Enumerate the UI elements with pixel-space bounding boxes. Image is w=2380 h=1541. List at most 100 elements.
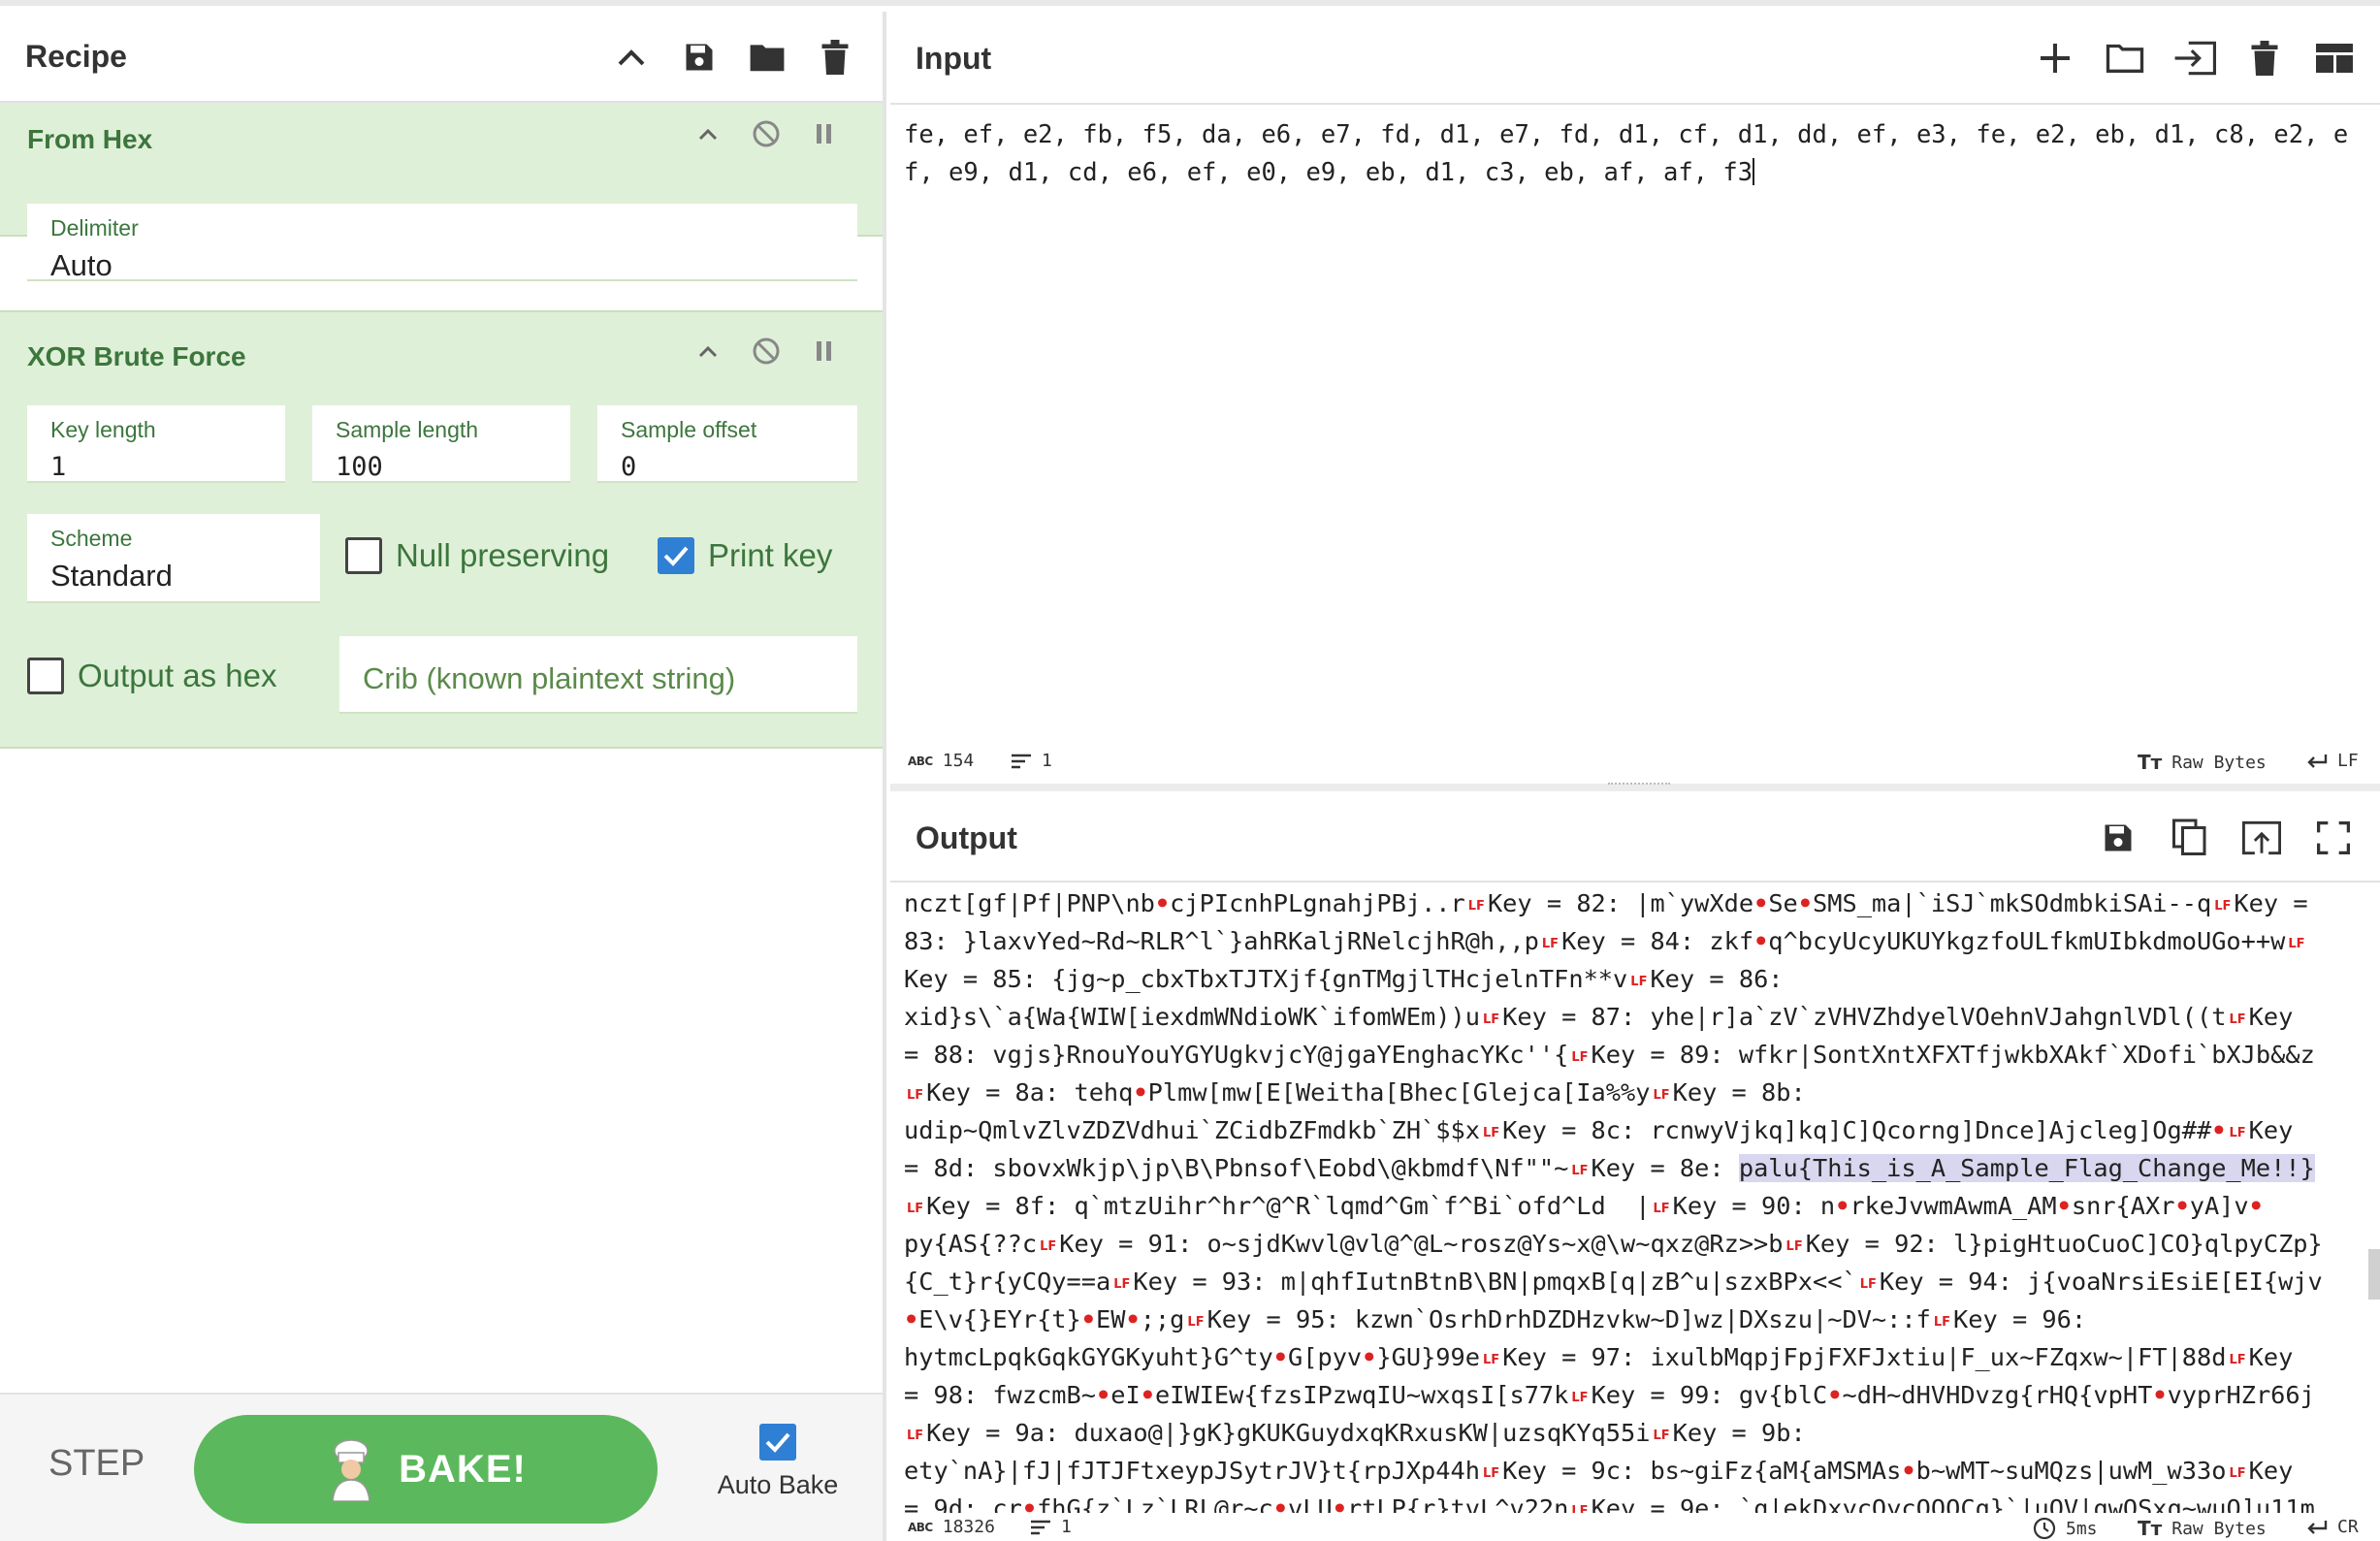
pause-icon[interactable] (809, 118, 840, 149)
chef-icon (325, 1437, 377, 1501)
output-eol[interactable]: CR (2306, 1517, 2359, 1537)
null-preserving-label: Null preserving (396, 537, 610, 573)
null-preserving-checkbox[interactable]: Null preserving (345, 537, 609, 574)
sample-length-label: Sample length (336, 417, 479, 442)
recipe-header: Recipe (0, 12, 883, 103)
line-feed-marker: LF (1859, 1277, 1877, 1292)
output-text-segment: Key = 8f: q`mtzUihr^hr^@^R`lqmd^Gm`f^Bi`… (926, 1192, 1651, 1220)
output-text-segment: ;;g (1140, 1305, 1185, 1333)
output-encoding[interactable]: Tт Raw Bytes (2138, 1517, 2267, 1540)
line-feed-marker: LF (1040, 1239, 1057, 1254)
output-text-segment: nczt[gf|Pf|PNP\nb (904, 889, 1155, 917)
line-feed-marker: LF (907, 1202, 924, 1216)
output-lines: 1 (1030, 1517, 1072, 1537)
output-text-segment: Key = 94: j{voaNrsiEsiE[EI{wjv (1879, 1268, 2323, 1296)
line-feed-marker: LF (1187, 1315, 1205, 1330)
print-key-checkbox[interactable]: Print key (658, 537, 832, 574)
output-text-segment: = 98: fwzcmB~ (904, 1381, 1096, 1409)
step-button[interactable]: STEP (48, 1443, 145, 1485)
output-text-segment: ~dH~dHVHDvzg{rHQ{vpHT (1842, 1381, 2153, 1409)
layout-icon[interactable] (2312, 36, 2357, 80)
output-text-segment: Key = 99: gv{blC (1591, 1381, 1828, 1409)
input-encoding[interactable]: Tт Raw Bytes (2138, 751, 2267, 774)
input-eol[interactable]: LF (2306, 751, 2359, 771)
output-eol-value: CR (2337, 1517, 2359, 1537)
trash-icon[interactable] (2242, 36, 2287, 80)
folder-icon[interactable] (2103, 36, 2147, 80)
chevron-up-icon[interactable] (611, 37, 652, 78)
output-as-hex-checkbox[interactable]: Output as hex (27, 658, 276, 694)
maximize-icon[interactable] (2312, 817, 2355, 859)
copy-icon[interactable] (2169, 817, 2211, 859)
pause-icon[interactable] (809, 336, 840, 367)
save-icon[interactable] (679, 37, 720, 78)
output-text-segment: cjPIcnhPLgnahjPBj..r (1170, 889, 1465, 917)
line-feed-marker: LF (1933, 1315, 1951, 1330)
line-feed-marker: LF (2229, 1466, 2246, 1481)
control-char-marker: • (1835, 1192, 1850, 1220)
output-text-segment: Key = 97: ixulbMqpjFpjFXFJxtiu|F_ux~FZqx… (1502, 1343, 2227, 1371)
output-length: ABC 18326 (908, 1517, 995, 1537)
input-length-value: 154 (942, 751, 975, 771)
move-to-input-icon[interactable] (2240, 817, 2283, 859)
line-feed-marker: LF (2229, 1126, 2246, 1140)
disable-icon[interactable] (751, 118, 782, 149)
checkbox-unchecked[interactable] (345, 537, 382, 574)
output-text-segment: G[pyv (1288, 1343, 1363, 1371)
chevron-up-icon[interactable] (692, 118, 724, 149)
input-length: ABC 154 (908, 751, 974, 771)
import-icon[interactable] (2172, 36, 2217, 80)
clock-icon (2033, 1517, 2056, 1540)
output-textarea[interactable]: nczt[gf|Pf|PNP\nb•cjPIcnhPLgnahjPBj..r LF… (904, 884, 2370, 1513)
resize-grip[interactable] (1608, 783, 1670, 787)
output-encoding-value: Raw Bytes (2171, 1518, 2267, 1539)
output-text-segment: yA]v (2189, 1192, 2249, 1220)
line-feed-marker: LF (1467, 899, 1485, 914)
abc-icon: ABC (908, 754, 933, 768)
input-lines-value: 1 (1042, 751, 1052, 771)
control-char-marker: • (1133, 1078, 1148, 1107)
recipe-title: Recipe (25, 38, 127, 74)
checkbox-unchecked[interactable] (27, 658, 64, 694)
scheme-select[interactable]: Scheme Standard (27, 514, 320, 603)
line-feed-marker: LF (1113, 1277, 1131, 1292)
sample-offset-field[interactable]: Sample offset 0 (597, 405, 857, 483)
check-icon[interactable] (658, 537, 694, 574)
line-feed-marker: LF (1482, 1126, 1500, 1140)
disable-icon[interactable] (751, 336, 782, 367)
auto-bake-checkbox[interactable]: Auto Bake (716, 1424, 840, 1500)
key-length-field[interactable]: Key length 1 (27, 405, 285, 483)
lines-icon (1011, 754, 1032, 769)
operation-from-hex[interactable]: From Hex Delimiter Auto (0, 103, 883, 282)
output-line: LF Key = 8f: q`mtzUihr^hr^@^R`lqmd^Gm`f^B… (904, 1187, 2370, 1225)
check-icon[interactable] (759, 1424, 796, 1461)
sample-length-field[interactable]: Sample length 100 (312, 405, 570, 483)
output-text-segment: snr{AXr (2071, 1192, 2175, 1220)
input-textarea[interactable]: fe, ef, e2, fb, f5, da, e6, e7, fd, d1, … (904, 116, 2359, 192)
chevron-up-icon[interactable] (692, 336, 724, 367)
delimiter-field[interactable]: Delimiter Auto (27, 204, 857, 282)
output-line: = 98: fwzcmB~•eI•eIWIEw{fzsIPzwqIU~wxqsI… (904, 1376, 2370, 1414)
output-text-segment: eI (1110, 1381, 1141, 1409)
bake-label: BAKE! (399, 1447, 527, 1491)
save-icon[interactable] (2097, 817, 2139, 859)
folder-icon[interactable] (747, 37, 788, 78)
trash-icon[interactable] (815, 37, 855, 78)
output-text-segment: Key = 8c: rcnwyVjkq]kq]C]Qcorng]Dnce]Ajc… (1502, 1116, 2212, 1144)
output-text-segment: = 88: vgjs}RnouYouYGYUgkvjcY@jgaYEnghacY… (904, 1041, 1569, 1069)
crib-input[interactable]: Crib (known plaintext string) (339, 636, 857, 714)
output-scrollbar[interactable] (2368, 1249, 2380, 1300)
output-text-segment: b~wMT~suMQzs|uwM_w33o (1915, 1457, 2227, 1485)
bake-button[interactable]: BAKE! (194, 1415, 658, 1524)
delimiter-value: Auto (50, 248, 113, 282)
control-char-marker: • (904, 1305, 919, 1333)
output-time: 5ms (2033, 1517, 2098, 1540)
line-feed-marker: LF (1653, 1202, 1670, 1216)
plus-icon[interactable] (2033, 36, 2077, 80)
control-char-marker: • (1080, 1305, 1096, 1333)
line-feed-marker: LF (1785, 1239, 1803, 1254)
output-text-segment: Key (2248, 1343, 2294, 1371)
output-text-segment: Key = 82: |m`ywXde (1487, 889, 1754, 917)
input-eol-value: LF (2337, 751, 2359, 771)
control-char-marker: • (2248, 1192, 2264, 1220)
